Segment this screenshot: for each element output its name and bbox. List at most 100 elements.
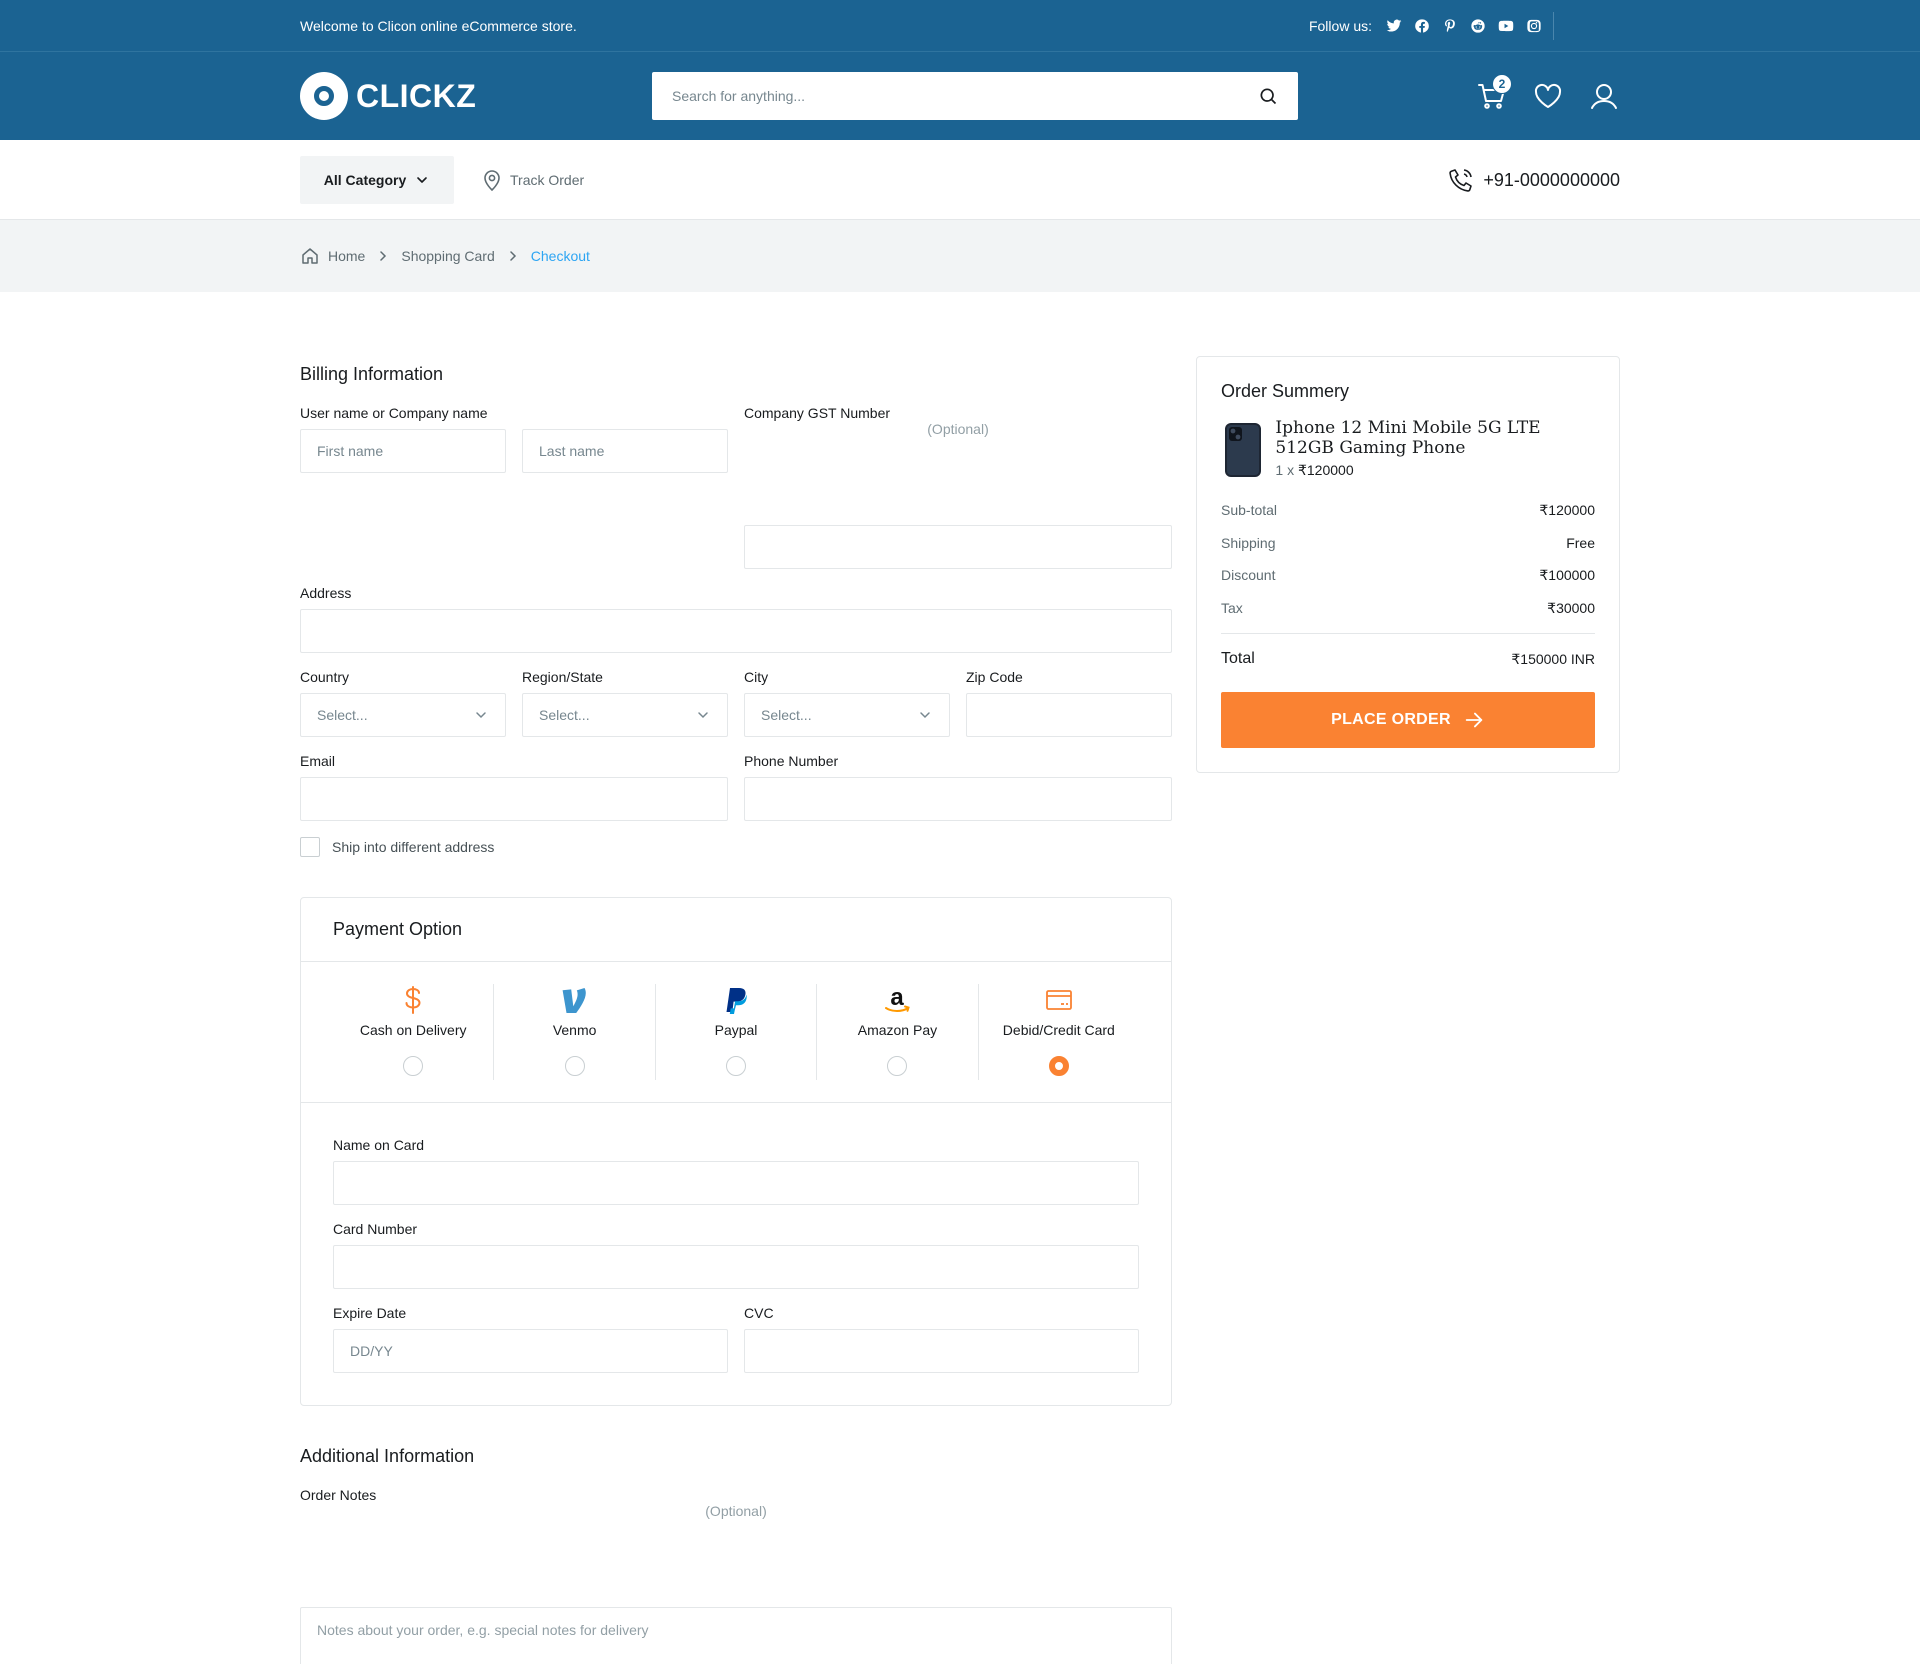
- region-label: Region/State: [522, 669, 603, 685]
- payment-option-label: Venmo: [552, 1022, 597, 1038]
- chevron-down-icon: [476, 712, 486, 719]
- brand-name: CLICKZ: [356, 77, 477, 114]
- follow-label: Follow us:: [1308, 18, 1372, 34]
- twitter-icon[interactable]: [1386, 18, 1402, 34]
- country-select[interactable]: Select...: [300, 693, 506, 737]
- phone-icon: [1449, 169, 1473, 192]
- city-label: City: [744, 669, 769, 685]
- shipping-label: Shipping: [1221, 535, 1276, 551]
- name-on-card-group: Name on Card: [333, 1137, 1139, 1205]
- breadcrumb-current: Checkout: [530, 248, 590, 264]
- checkout-form: Billing Information User name or Company…: [300, 364, 1172, 1664]
- ship-different-checkbox[interactable]: Ship into different address: [300, 837, 1172, 857]
- email-input[interactable]: [300, 777, 728, 821]
- address-input[interactable]: [300, 609, 1172, 653]
- user-icon: [1591, 84, 1617, 109]
- card-number-input[interactable]: [333, 1245, 1139, 1289]
- phone-contact[interactable]: +91-0000000000: [1447, 166, 1620, 194]
- total-label: Total: [1221, 650, 1255, 667]
- search-bar: [652, 72, 1298, 120]
- order-notes-label: Order Notes (Optional): [300, 1487, 1172, 1599]
- instagram-icon[interactable]: [1526, 18, 1542, 34]
- last-name-input[interactable]: Last name: [522, 429, 728, 473]
- checkbox[interactable]: [300, 837, 320, 857]
- account-button[interactable]: [1588, 80, 1620, 112]
- city-placeholder: Select...: [761, 707, 812, 723]
- expire-date-group: Expire Date DD/YY: [333, 1305, 728, 1373]
- city-select[interactable]: Select...: [744, 693, 950, 737]
- payment-radio-venmo[interactable]: [564, 1056, 585, 1076]
- card-number-label: Card Number: [333, 1221, 418, 1237]
- payment-option-cod[interactable]: Cash on Delivery: [333, 984, 495, 1080]
- svg-text:a: a: [891, 984, 905, 1011]
- cart-count-badge: 2: [1492, 74, 1512, 94]
- brand-logo[interactable]: CLICKZ: [300, 72, 652, 120]
- venmo-icon: [562, 988, 586, 1013]
- product-image: [1221, 418, 1265, 482]
- payment-option-venmo[interactable]: Venmo: [494, 984, 656, 1080]
- name-on-card-input[interactable]: [333, 1161, 1139, 1205]
- payment-radio-cod[interactable]: [403, 1056, 424, 1076]
- cvc-group: CVC: [744, 1305, 1139, 1373]
- gst-input[interactable]: [744, 525, 1172, 569]
- header: CLICKZ 2: [0, 52, 1920, 140]
- region-select[interactable]: Select...: [522, 693, 728, 737]
- payment-option-card[interactable]: Debid/Credit Card: [979, 984, 1139, 1080]
- payment-option-paypal[interactable]: Paypal: [656, 984, 818, 1080]
- search-input[interactable]: [672, 88, 1232, 104]
- chevron-right-icon: [380, 251, 387, 261]
- track-order-link[interactable]: Track Order: [480, 168, 584, 192]
- heart-icon: [1534, 83, 1562, 108]
- phone-label: Phone Number: [744, 753, 839, 769]
- product-name: Iphone 12 Mini Mobile 5G LTE 512GB Gamin…: [1275, 418, 1541, 458]
- all-category-label: All Category: [323, 172, 407, 188]
- expire-date-input[interactable]: DD/YY: [333, 1329, 728, 1373]
- phone-product-image: [1225, 423, 1262, 477]
- breadcrumb-home[interactable]: Home: [328, 248, 365, 264]
- payment-option-amazon[interactable]: a Amazon Pay: [817, 984, 979, 1080]
- card-number-group: Card Number: [333, 1221, 1139, 1289]
- wishlist-button[interactable]: [1532, 80, 1564, 112]
- phone-input[interactable]: [744, 777, 1172, 821]
- arrow-right-icon: [1465, 712, 1483, 728]
- payment-option-label: Cash on Delivery: [359, 1022, 467, 1038]
- cart-button[interactable]: 2: [1476, 74, 1512, 112]
- first-name-input[interactable]: First name: [300, 429, 506, 473]
- address-field-group: Address: [300, 585, 1172, 653]
- map-pin-icon: [484, 170, 500, 192]
- order-notes-placeholder: Notes about your order, e.g. special not…: [317, 1622, 649, 1638]
- country-label: Country: [300, 669, 350, 685]
- amazon-icon: a: [885, 984, 911, 1012]
- summary-product: Iphone 12 Mini Mobile 5G LTE 512GB Gamin…: [1221, 418, 1595, 482]
- shipping-row: Shipping Free: [1221, 535, 1595, 551]
- youtube-icon[interactable]: [1498, 18, 1514, 34]
- credit-card-icon: [1045, 990, 1072, 1010]
- zip-input[interactable]: [966, 693, 1172, 737]
- payment-radio-paypal[interactable]: [726, 1056, 747, 1076]
- facebook-icon[interactable]: [1414, 18, 1430, 34]
- name-field-group: User name or Company name First name Las…: [300, 405, 728, 569]
- welcome-text: Welcome to Clicon online eCommerce store…: [300, 18, 577, 34]
- country-placeholder: Select...: [317, 707, 368, 723]
- tax-label: Tax: [1221, 600, 1243, 616]
- all-category-dropdown[interactable]: All Category: [300, 156, 454, 204]
- product-qty: 1 x: [1275, 462, 1295, 478]
- search-icon[interactable]: [1258, 86, 1278, 106]
- pinterest-icon[interactable]: [1442, 18, 1458, 34]
- payment-methods: Cash on Delivery Venmo Paypal a Amazon P…: [301, 962, 1171, 1103]
- place-order-button[interactable]: PLACE ORDER: [1221, 692, 1595, 748]
- cvc-input[interactable]: [744, 1329, 1139, 1373]
- payment-option-label: Debid/Credit Card: [1002, 1022, 1115, 1038]
- order-notes-textarea[interactable]: Notes about your order, e.g. special not…: [300, 1607, 1172, 1664]
- payment-radio-card[interactable]: [1048, 1056, 1069, 1076]
- subtotal-row: Sub-total ₹120000: [1221, 502, 1595, 519]
- gst-field-group: Company GST Number (Optional): [744, 405, 1172, 569]
- shipping-value: Free: [1566, 535, 1595, 551]
- social-follow: Follow us:: [1308, 12, 1620, 40]
- checkout-main: Billing Information User name or Company…: [0, 292, 1920, 1664]
- payment-option-label: Amazon Pay: [857, 1022, 938, 1038]
- order-notes-label-text: Order Notes: [300, 1487, 377, 1503]
- payment-radio-amazon[interactable]: [887, 1056, 908, 1076]
- breadcrumb-shopping-card[interactable]: Shopping Card: [401, 248, 494, 264]
- reddit-icon[interactable]: [1470, 18, 1486, 34]
